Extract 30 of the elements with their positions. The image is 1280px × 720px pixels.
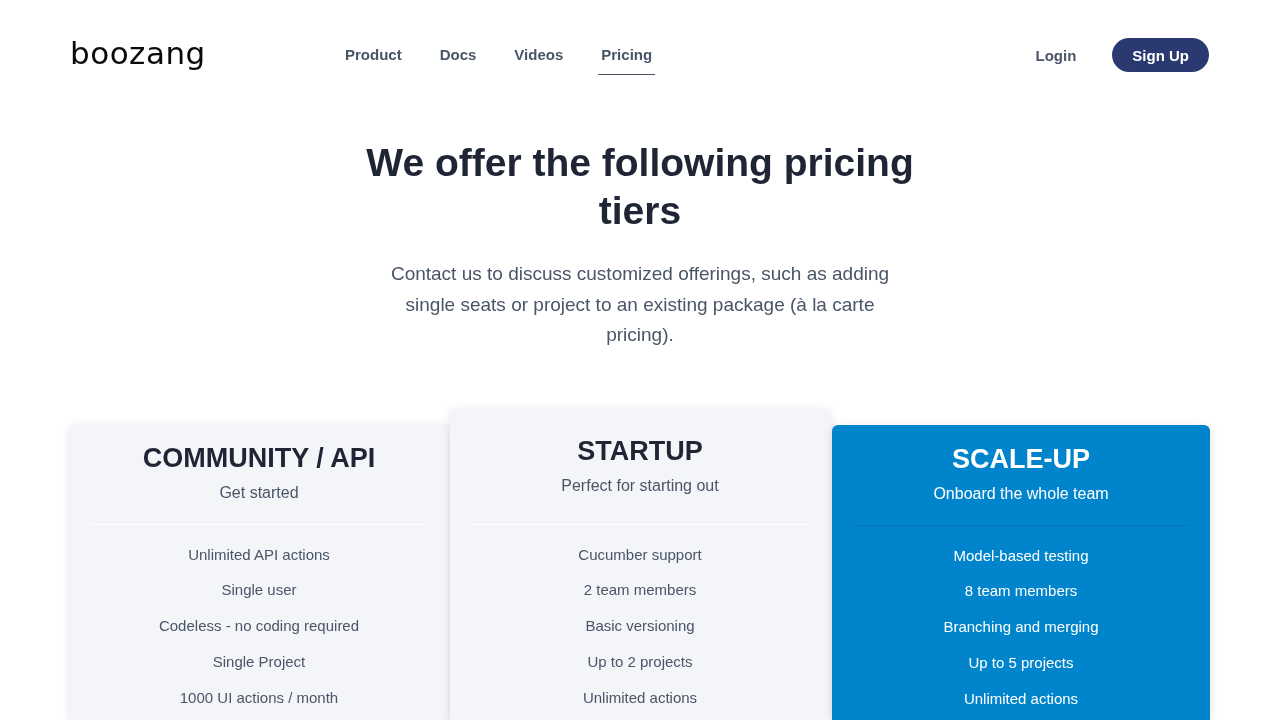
- feature-item: 8 team members: [963, 581, 1079, 602]
- logo[interactable]: boozang: [70, 37, 205, 73]
- tier-name: COMMUNITY / API: [141, 441, 377, 475]
- signup-button[interactable]: Sign Up: [1112, 38, 1209, 72]
- feature-item: Unlimited API actions: [187, 544, 331, 565]
- feature-item: Branching and merging: [942, 617, 1100, 637]
- login-link[interactable]: Login: [1035, 46, 1077, 64]
- feature-item: Unlimited actions: [581, 687, 699, 708]
- feature-item: Cucumber support: [577, 544, 703, 565]
- tier-tagline: Onboard the whole team: [932, 483, 1110, 504]
- feature-item: Model-based testing: [952, 545, 1090, 566]
- tier-name: SCALE-UP: [951, 442, 1091, 476]
- feature-item: Single Project: [211, 651, 307, 672]
- nav-link[interactable]: Product: [345, 36, 402, 75]
- tier-tagline: Perfect for starting out: [560, 475, 720, 496]
- feature-item: 1000 UI actions / month: [178, 687, 340, 708]
- feature-item: Unlimited actions: [962, 688, 1080, 709]
- nav-link[interactable]: Docs: [439, 36, 477, 75]
- nav-link[interactable]: Pricing: [598, 36, 656, 75]
- feature-item: Basic versioning: [584, 616, 696, 636]
- feature-item: Up to 5 projects: [967, 652, 1075, 673]
- feature-item: Up to 2 projects: [586, 651, 694, 672]
- feature-item: 2 team members: [582, 580, 698, 601]
- feature-item: Codeless - no coding required: [157, 616, 361, 636]
- nav-link[interactable]: Videos: [514, 36, 564, 75]
- page-heading: We offer the following pricing tiers: [365, 140, 915, 234]
- tier-name: STARTUP: [576, 434, 704, 468]
- intro-text: Contact us to discuss customized offerings, such as adding single seats or project to an existing package (à la carte pricing).: [389, 262, 891, 347]
- feature-item: Single user: [220, 580, 298, 601]
- tier-tagline: Get started: [218, 482, 300, 503]
